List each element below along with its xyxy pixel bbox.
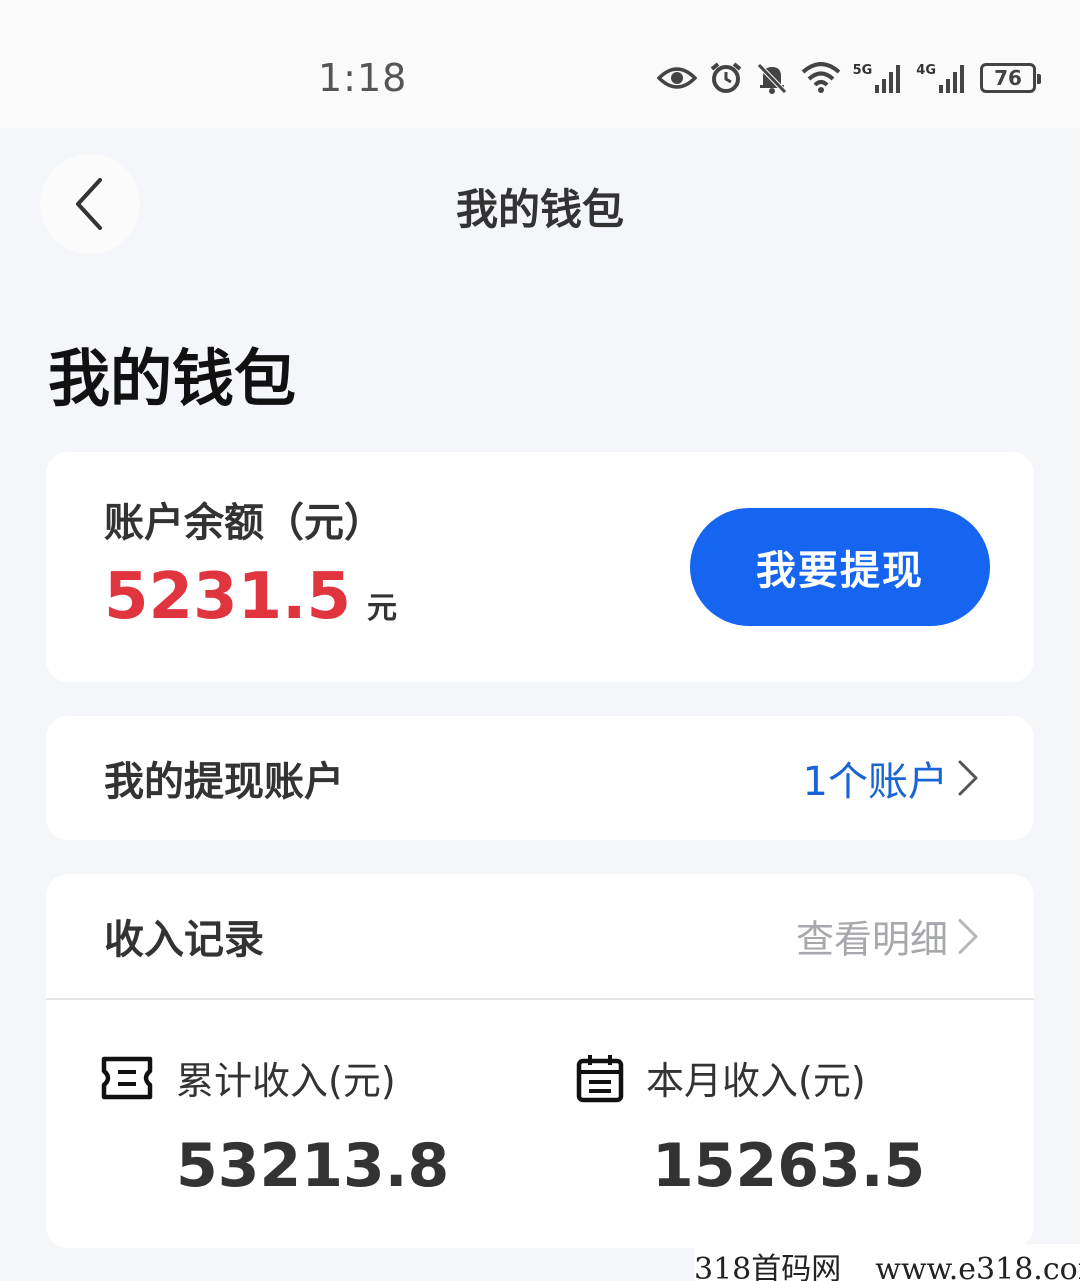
- bell-off-icon: [755, 61, 789, 95]
- alarm-icon: [709, 61, 743, 95]
- calendar-icon: [576, 1054, 624, 1102]
- balance-amount: 5231.5: [104, 560, 351, 634]
- ticket-icon: [101, 1056, 153, 1099]
- month-income-value: 15263.5: [652, 1131, 926, 1201]
- status-icons: 5G 4G 76: [656, 58, 1041, 98]
- account-count: 1个账户: [802, 759, 948, 805]
- page-title: 我的钱包: [48, 342, 297, 415]
- month-income: 本月收入(元) 15263.5: [576, 1050, 925, 1201]
- balance-row: 5231.5 元: [104, 560, 397, 634]
- watermark-url: www.e318.com: [875, 1252, 1080, 1281]
- signal-4g-icon: 4G: [916, 63, 968, 93]
- watermark-name: 318首码网: [694, 1252, 842, 1281]
- income-card: 收入记录 查看明细 累计收入(元) 53213.8 本月收入(元) 15263.…: [46, 874, 1034, 1248]
- month-income-label: 本月收入(元): [646, 1059, 866, 1103]
- balance-label: 账户余额（元）: [104, 500, 384, 546]
- nav-title: 我的钱包: [455, 185, 624, 234]
- income-header[interactable]: 收入记录 查看明细: [46, 874, 1034, 1000]
- withdraw-account-link[interactable]: 1个账户: [803, 749, 980, 807]
- view-details-link[interactable]: 查看明细: [796, 909, 980, 964]
- withdraw-account-label: 我的提现账户: [104, 759, 344, 805]
- balance-card: 账户余额（元） 5231.5 元 我要提现: [46, 452, 1034, 682]
- total-income: 累计收入(元) 53213.8: [100, 1050, 449, 1201]
- signal-5g-icon: 5G: [853, 63, 905, 93]
- view-details-label: 查看明细: [795, 917, 948, 962]
- battery-icon: 76: [980, 63, 1041, 93]
- balance-unit: 元: [366, 591, 397, 626]
- chevron-right-icon: [958, 760, 978, 796]
- watermark: 318首码网 www.e318.com: [694, 1244, 1080, 1281]
- eye-icon: [656, 64, 697, 92]
- chevron-right-icon: [958, 918, 978, 954]
- withdraw-account-row[interactable]: 我的提现账户 1个账户: [46, 716, 1034, 840]
- total-income-label: 累计收入(元): [176, 1059, 396, 1103]
- status-time: 1:18: [318, 56, 408, 100]
- income-label: 收入记录: [104, 917, 264, 963]
- withdraw-button[interactable]: 我要提现: [690, 508, 990, 626]
- total-income-value: 53213.8: [176, 1131, 450, 1201]
- wifi-icon: [801, 62, 841, 94]
- status-bar: 1:18 5G 4G 76: [0, 0, 1080, 128]
